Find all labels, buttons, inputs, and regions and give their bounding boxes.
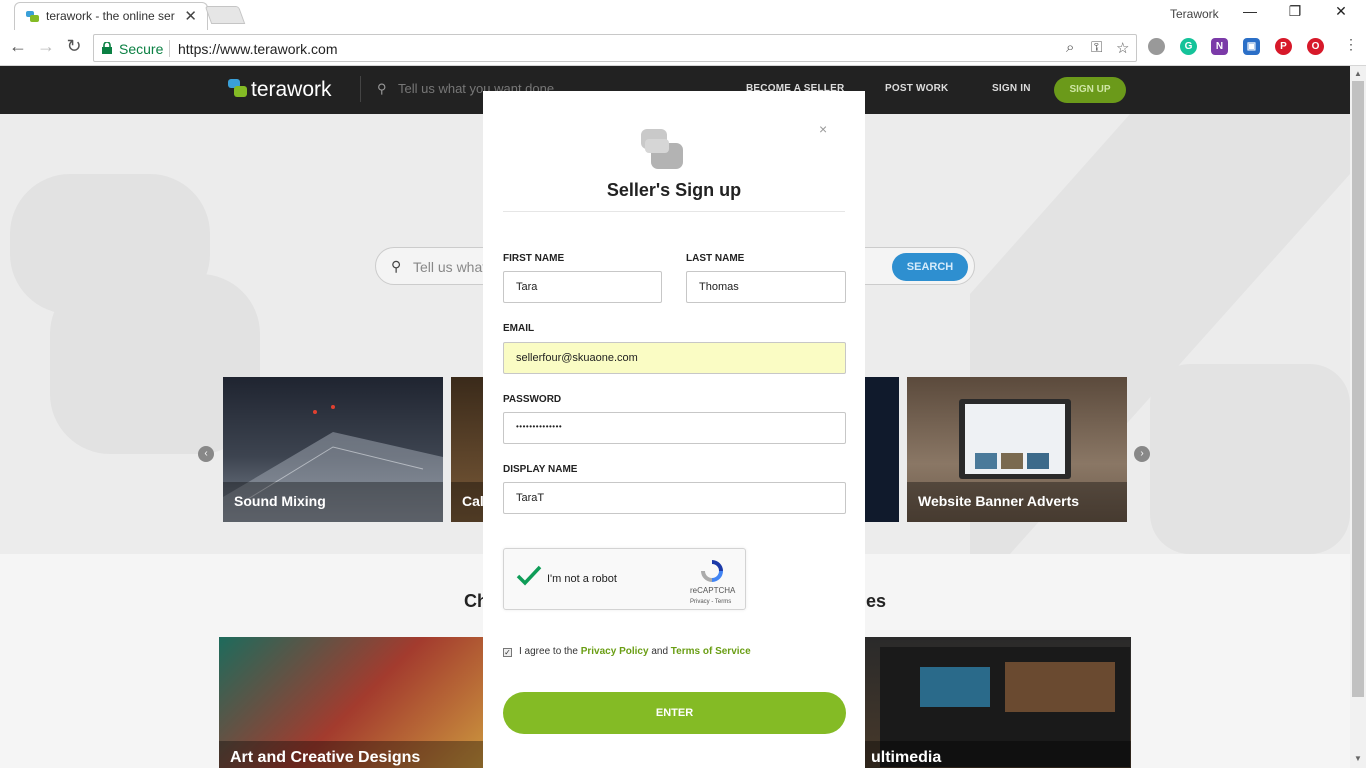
opera-extension-icon[interactable]: O	[1307, 38, 1324, 55]
bookmark-star-icon[interactable]: ☆	[1116, 39, 1129, 57]
scrollbar-thumb[interactable]	[1352, 81, 1364, 697]
enter-button[interactable]: ENTER	[503, 692, 846, 734]
omnibox-divider	[169, 40, 170, 57]
password-input[interactable]: ••••••••••••••	[503, 412, 846, 444]
pinterest-icon[interactable]: P	[1275, 38, 1292, 55]
url-text[interactable]: https://www.terawork.com	[178, 41, 338, 57]
tab-title: terawork - the online ser	[46, 9, 175, 23]
display-name-input[interactable]: TaraT	[503, 482, 846, 514]
window-close-icon[interactable]: ✕	[1326, 3, 1356, 20]
browser-tab-strip: terawork - the online ser ✕ Terawork — ❐…	[0, 0, 1366, 30]
terms-of-service-link[interactable]: Terms of Service	[671, 646, 751, 657]
recaptcha-brand: reCAPTCHA	[690, 586, 736, 595]
first-name-input[interactable]: Tara	[503, 271, 662, 303]
zoom-icon[interactable]: ⌕	[1066, 39, 1074, 56]
new-tab-button[interactable]	[204, 6, 246, 24]
email-input[interactable]: sellerfour@skuaone.com	[503, 342, 846, 374]
restore-icon[interactable]: ❐	[1280, 3, 1310, 20]
forward-icon[interactable]: →	[34, 36, 58, 57]
agree-checkbox[interactable]: ✓	[503, 648, 512, 657]
scroll-down-icon[interactable]: ▼	[1354, 754, 1362, 763]
agree-and: and	[651, 646, 669, 657]
terawork-logo-icon	[641, 129, 683, 169]
address-bar[interactable]: Secure https://www.terawork.com ⌕ ⚿ ☆	[93, 34, 1137, 62]
modal-title: Seller's Sign up	[606, 180, 742, 200]
password-label: PASSWORD	[503, 394, 562, 405]
recaptcha-label: I'm not a robot	[547, 573, 617, 585]
grammarly-icon[interactable]: G	[1180, 38, 1197, 55]
browser-tab-active[interactable]: terawork - the online ser ✕	[14, 2, 208, 30]
extension-blue-icon[interactable]: ▣	[1243, 38, 1260, 55]
display-name-label: DISPLAY NAME	[503, 464, 578, 475]
close-icon[interactable]: ×	[819, 121, 827, 137]
chrome-menu-icon[interactable]: ⋮	[1339, 36, 1363, 53]
key-icon[interactable]: ⚿	[1091, 39, 1102, 56]
reload-icon[interactable]: ↻	[62, 36, 86, 57]
browser-toolbar: ← → ↻ Secure https://www.terawork.com ⌕ …	[0, 30, 1366, 66]
back-icon[interactable]: ←	[6, 36, 30, 57]
email-label: EMAIL	[503, 323, 535, 334]
seller-signup-modal: × Seller's Sign up FIRST NAME Tara LAST …	[483, 91, 865, 768]
lock-icon	[102, 42, 112, 54]
last-name-label: LAST NAME	[686, 253, 745, 264]
last-name-input[interactable]: Thomas	[686, 271, 846, 303]
webpage: terawork ⚲ Tell us what you want done BE…	[0, 66, 1350, 768]
checkmark-icon[interactable]	[516, 565, 542, 587]
privacy-policy-link[interactable]: Privacy Policy	[581, 646, 649, 657]
extension-cloud-icon[interactable]	[1148, 38, 1165, 55]
minimize-icon[interactable]: —	[1235, 3, 1265, 19]
page-scrollbar[interactable]: ▲ ▼	[1350, 66, 1366, 768]
recaptcha-terms[interactable]: Privacy - Terms	[690, 599, 731, 605]
secure-label: Secure	[119, 41, 164, 57]
modal-divider	[503, 211, 845, 212]
terawork-favicon-icon	[26, 11, 39, 22]
recaptcha-widget[interactable]: I'm not a robot reCAPTCHA Privacy - Term…	[503, 548, 746, 610]
agree-prefix: I agree to the	[519, 646, 578, 657]
profile-name[interactable]: Terawork	[1170, 7, 1219, 21]
recaptcha-logo-icon	[701, 560, 723, 582]
scroll-up-icon[interactable]: ▲	[1354, 69, 1362, 78]
tab-close-icon[interactable]: ✕	[184, 7, 197, 25]
onenote-icon[interactable]: N	[1211, 38, 1228, 55]
agree-text: I agree to the Privacy Policy and Terms …	[519, 646, 751, 657]
first-name-label: FIRST NAME	[503, 253, 565, 264]
